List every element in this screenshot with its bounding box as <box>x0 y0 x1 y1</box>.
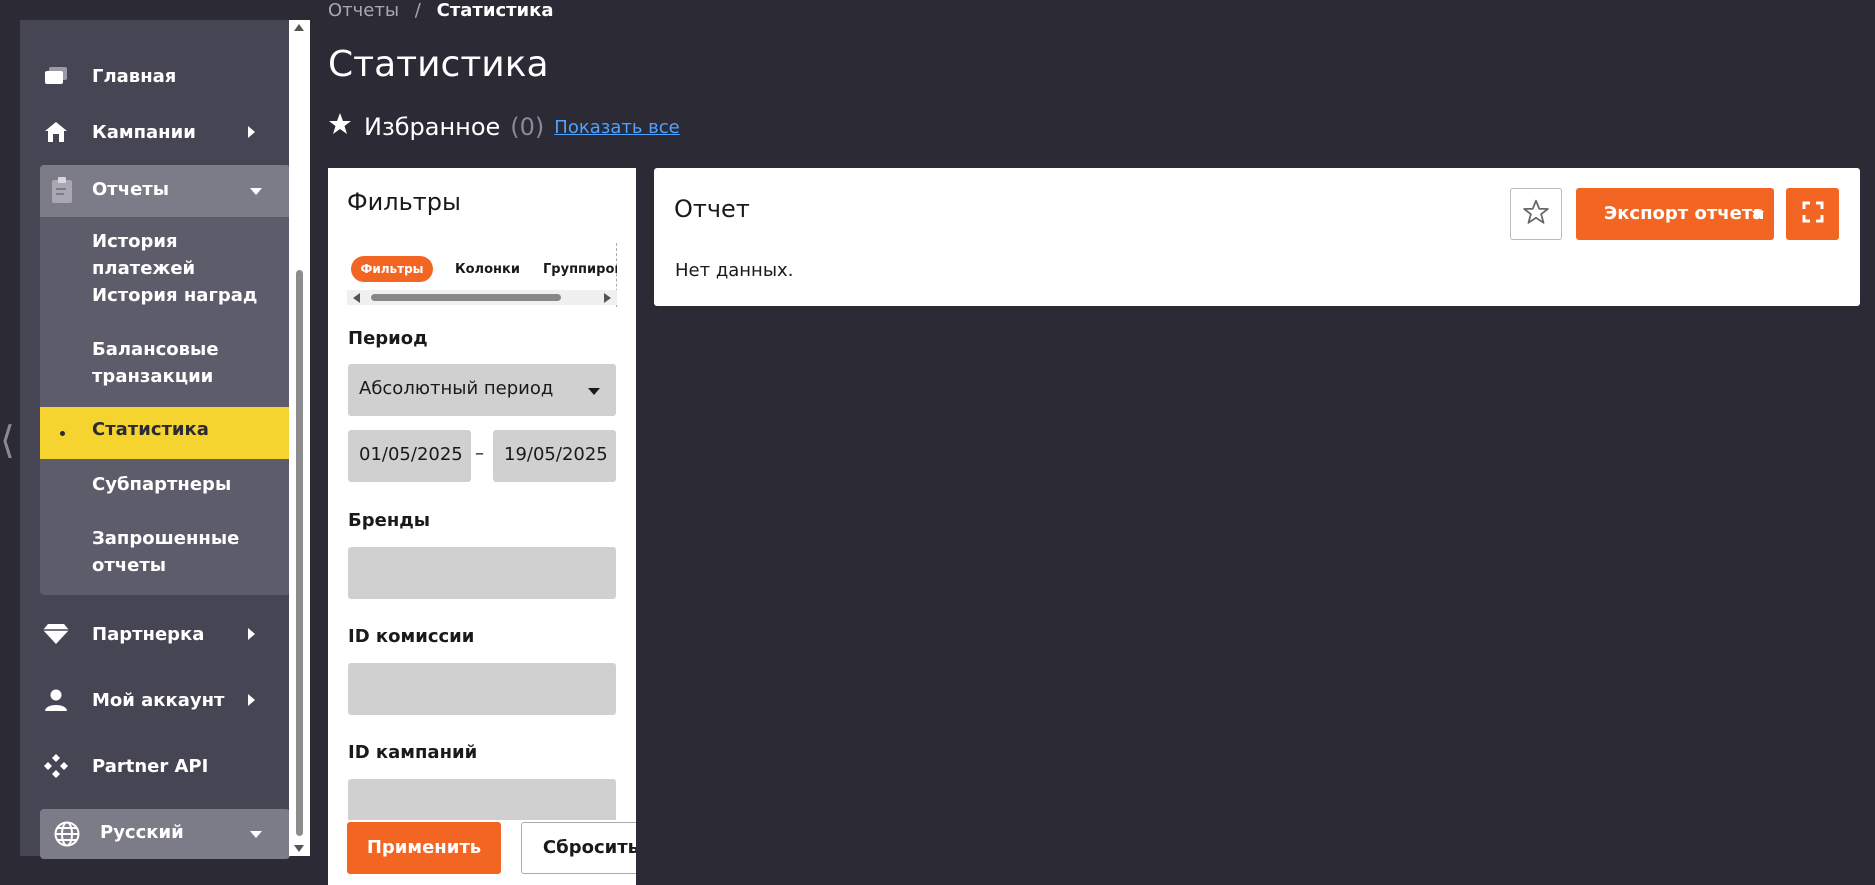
apply-button[interactable]: Применить <box>347 822 501 874</box>
sidebar-subitem-label: Статистика <box>92 419 209 440</box>
sidebar-item-account[interactable]: Мой аккаунт <box>20 672 290 728</box>
star-outline-icon <box>1523 199 1549 229</box>
chevron-down-icon <box>250 831 262 838</box>
chevron-down-icon <box>250 188 262 195</box>
scrollbar-thumb[interactable] <box>371 294 561 301</box>
sidebar-subitem-stats[interactable]: Статистика <box>40 407 290 459</box>
scroll-down-icon[interactable] <box>294 845 304 852</box>
sidebar-subitem-balance[interactable]: Балансовые транзакции <box>92 336 232 390</box>
report-title: Отчет <box>674 195 750 223</box>
report-empty-message: Нет данных. <box>675 260 794 281</box>
report-panel: Отчет Нет данных. Экспорт отчета <box>654 168 1860 306</box>
tab-columns[interactable]: Колонки <box>455 262 520 277</box>
language-selector[interactable]: Русский <box>40 809 290 859</box>
sidebar-item-label: Отчеты <box>92 179 170 200</box>
scroll-right-icon[interactable] <box>604 293 611 303</box>
page-title: Статистика <box>328 44 549 85</box>
scroll-up-icon[interactable] <box>294 24 304 31</box>
scroll-left-icon[interactable] <box>353 293 360 303</box>
fullscreen-icon <box>1802 201 1824 227</box>
sidebar-item-label: Кампании <box>92 121 196 143</box>
breadcrumb: Отчеты / Статистика <box>328 0 554 21</box>
tab-grouping[interactable]: Группировать <box>543 262 617 277</box>
favorites-header: Избранное (0) Показать все <box>328 112 680 142</box>
favorites-label: Избранное <box>364 113 501 141</box>
chevron-right-icon <box>248 628 255 640</box>
chevron-right-icon <box>248 694 255 706</box>
house-icon <box>42 118 70 146</box>
clipboard-icon <box>52 177 72 207</box>
sidebar-item-reports[interactable]: Отчеты <box>40 165 290 217</box>
period-select[interactable]: Абсолютный период <box>348 364 616 416</box>
user-icon <box>42 686 70 714</box>
breadcrumb-current: Статистика <box>436 0 554 21</box>
scrollbar-thumb[interactable] <box>296 270 303 836</box>
sidebar-item-label: Мой аккаунт <box>92 689 225 711</box>
fullscreen-button[interactable] <box>1786 188 1839 240</box>
sidebar-item-home[interactable]: Главная <box>20 48 290 104</box>
breadcrumb-separator: / <box>414 0 421 21</box>
add-favorite-button[interactable] <box>1510 188 1562 240</box>
sidebar-subitem-rewards[interactable]: История наград <box>92 282 282 309</box>
date-from-input[interactable]: 01/05/2025 <box>348 430 471 482</box>
brands-label: Бренды <box>348 510 431 531</box>
filters-tabbar: Фильтры Колонки Группировать <box>347 243 617 307</box>
breadcrumb-parent-link[interactable]: Отчеты <box>328 0 399 21</box>
filters-actions: Применить Сбросить <box>328 820 636 885</box>
chevron-down-icon <box>588 388 600 395</box>
commission-id-label: ID комиссии <box>348 626 475 647</box>
sidebar-item-label: Главная <box>92 65 177 87</box>
sidebar-subitem-requested[interactable]: Запрошенные отчеты <box>92 525 239 579</box>
sidebar-scrollbar[interactable] <box>289 20 310 856</box>
globe-icon <box>54 821 80 851</box>
star-filled-icon <box>328 112 352 142</box>
sidebar-item-campaigns[interactable]: Кампании <box>20 104 290 160</box>
brands-field[interactable] <box>348 547 616 599</box>
chevron-right-icon <box>248 126 255 138</box>
sidebar-subitem-subpartners[interactable]: Субпартнеры <box>92 471 282 498</box>
filters-title: Фильтры <box>347 188 461 216</box>
period-select-value: Абсолютный период <box>359 378 554 399</box>
api-icon <box>42 752 70 780</box>
date-to-input[interactable]: 19/05/2025 <box>493 430 616 482</box>
sidebar: Главная Кампании Отчеты История платежей… <box>20 20 310 859</box>
reports-group: Отчеты История платежей История наград Б… <box>40 165 290 595</box>
reset-button[interactable]: Сбросить <box>521 822 636 874</box>
sidebar-item-partner[interactable]: Партнерка <box>20 606 290 662</box>
collapse-sidebar-icon[interactable]: ⟨ <box>0 416 16 464</box>
language-label: Русский <box>100 822 184 843</box>
sidebar-item-label: Партнерка <box>92 623 205 645</box>
bullet-icon <box>60 431 65 436</box>
export-report-button[interactable]: Экспорт отчета <box>1576 188 1774 240</box>
diamond-icon <box>42 620 70 648</box>
commission-id-field[interactable] <box>348 663 616 715</box>
tab-filters[interactable]: Фильтры <box>351 256 433 282</box>
sidebar-item-api[interactable]: Partner API <box>20 738 290 794</box>
chevron-down-icon <box>1752 211 1764 218</box>
favorites-count: (0) <box>510 113 545 141</box>
campaign-id-label: ID кампаний <box>348 742 478 763</box>
cards-icon <box>42 62 70 90</box>
sidebar-item-label: Partner API <box>92 755 209 777</box>
sidebar-subitem-payments[interactable]: История платежей <box>92 228 282 282</box>
tabbar-scrollbar[interactable] <box>347 290 617 305</box>
date-range-separator: – <box>475 443 484 464</box>
show-all-link[interactable]: Показать все <box>554 117 679 138</box>
filters-panel: Фильтры Фильтры Колонки Группировать Пер… <box>328 168 636 885</box>
export-report-label: Экспорт отчета <box>1604 203 1765 224</box>
period-label: Период <box>348 328 428 349</box>
